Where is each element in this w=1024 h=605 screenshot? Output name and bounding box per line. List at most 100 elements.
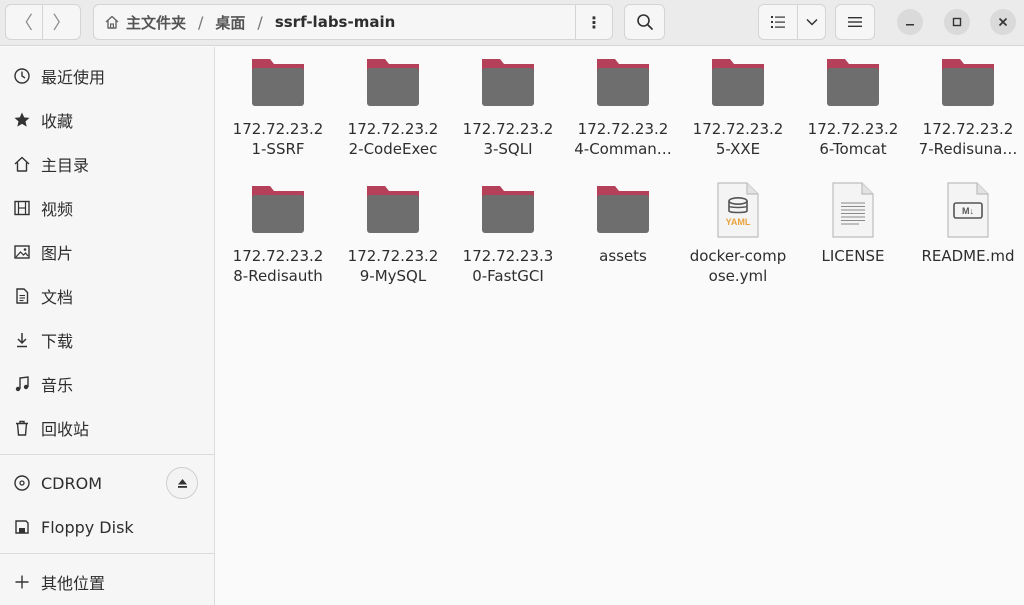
file-name: README.md — [921, 247, 1015, 265]
sidebar-item-label: 最近使用 — [41, 68, 106, 87]
sidebar-item-home[interactable]: 主目录 — [0, 142, 215, 186]
file-name: 172.72.23.22-CodeExec — [347, 120, 439, 158]
main-menu-button[interactable] — [835, 4, 875, 40]
file-item[interactable]: 172.72.23.28-Redisauth — [224, 178, 332, 286]
star-icon — [12, 110, 32, 130]
folder-icon — [361, 51, 425, 115]
sidebar-item-label: 收藏 — [41, 112, 74, 131]
minimize-icon — [906, 24, 914, 26]
path-menu-button[interactable]: ⋮ — [575, 5, 612, 39]
breadcrumb-separator: / — [198, 12, 204, 32]
sidebar-item-label: 图片 — [41, 244, 74, 263]
yaml-file-icon: YAML — [706, 178, 770, 242]
header-bar: 〈 〉 主文件夹 / 桌面 / ssrf-labs-main ⋮ — [0, 0, 1024, 46]
file-name: 172.72.23.26-Tomcat — [807, 120, 899, 158]
home-icon — [12, 154, 32, 174]
file-name: 172.72.23.28-Redisauth — [232, 247, 324, 285]
sidebar-item-label: 主目录 — [41, 156, 90, 175]
sidebar-item-label: 视频 — [41, 200, 74, 219]
floppy-icon — [12, 517, 32, 537]
folder-icon — [476, 178, 540, 242]
sidebar-item-music[interactable]: 音乐 — [0, 362, 215, 406]
music-icon — [12, 374, 32, 394]
sidebar-item-floppy[interactable]: Floppy Disk — [0, 505, 215, 549]
sidebar-item-videos[interactable]: 视频 — [0, 186, 215, 230]
markdown-badge: M↓ — [962, 206, 974, 216]
close-icon — [998, 17, 1008, 27]
file-item[interactable]: YAML docker-compose.yml — [684, 178, 792, 286]
sidebar-divider — [0, 454, 215, 455]
file-item[interactable]: assets — [569, 178, 677, 266]
document-icon — [12, 286, 32, 306]
film-icon — [12, 198, 32, 218]
file-item[interactable]: 172.72.23.30-FastGCI — [454, 178, 562, 286]
more-vertical-icon: ⋮ — [586, 12, 602, 32]
breadcrumb-current[interactable]: ssrf-labs-main — [275, 13, 395, 31]
sidebar: 最近使用 收藏 主目录 视频 图片 文档 下载 音乐 回收站 CDROM Flo… — [0, 47, 215, 605]
maximize-icon — [952, 17, 962, 27]
file-item[interactable]: 172.72.23.22-CodeExec — [339, 51, 447, 159]
file-name: 172.72.23.25-XXE — [692, 120, 784, 158]
file-item[interactable]: 172.72.23.24-Comman… — [569, 51, 677, 159]
list-view-button[interactable] — [758, 4, 798, 40]
file-item[interactable]: 172.72.23.23-SQLI — [454, 51, 562, 159]
sidebar-item-label: 其他位置 — [41, 574, 106, 593]
folder-icon — [361, 178, 425, 242]
hamburger-menu-icon — [848, 17, 862, 27]
search-icon — [636, 14, 653, 30]
file-name: LICENSE — [821, 247, 885, 265]
sidebar-item-pictures[interactable]: 图片 — [0, 230, 215, 274]
back-button[interactable]: 〈 — [5, 4, 43, 40]
sidebar-item-label: 文档 — [41, 288, 74, 307]
eject-button[interactable] — [166, 467, 198, 499]
file-item[interactable]: LICENSE — [799, 178, 907, 266]
view-options-dropdown[interactable] — [797, 4, 826, 40]
file-name: 172.72.23.30-FastGCI — [462, 247, 554, 285]
search-button[interactable] — [624, 4, 665, 40]
maximize-button[interactable] — [944, 9, 970, 35]
sidebar-item-downloads[interactable]: 下载 — [0, 318, 215, 362]
sidebar-item-other-locations[interactable]: 其他位置 — [0, 560, 215, 604]
download-icon — [12, 330, 32, 350]
plus-icon — [12, 572, 32, 592]
file-item[interactable]: 172.72.23.25-XXE — [684, 51, 792, 159]
sidebar-item-label: 音乐 — [41, 376, 74, 395]
file-grid: 172.72.23.21-SSRF 172.72.23.22-CodeExec … — [216, 47, 1024, 605]
file-name: 172.72.23.24-Comman… — [574, 120, 672, 158]
home-icon — [105, 15, 119, 29]
folder-icon — [591, 178, 655, 242]
image-icon — [12, 242, 32, 262]
close-button[interactable] — [990, 9, 1016, 35]
folder-icon — [246, 51, 310, 115]
sidebar-item-label: Floppy Disk — [41, 517, 134, 537]
breadcrumb-item[interactable]: 桌面 — [215, 12, 245, 33]
file-item[interactable]: 172.72.23.27-Redisuna… — [914, 51, 1022, 159]
file-name: assets — [599, 247, 647, 265]
file-item[interactable]: M↓ README.md — [914, 178, 1022, 266]
folder-icon — [591, 51, 655, 115]
file-item[interactable]: 172.72.23.29-MySQL — [339, 178, 447, 286]
sidebar-item-label: 下载 — [41, 332, 74, 351]
minimize-button[interactable] — [897, 9, 923, 35]
file-name: 172.72.23.23-SQLI — [462, 120, 554, 158]
markdown-file-icon: M↓ — [936, 178, 1000, 242]
file-item[interactable]: 172.72.23.26-Tomcat — [799, 51, 907, 159]
disc-icon — [12, 473, 32, 493]
sidebar-item-label: 回收站 — [41, 420, 90, 439]
file-name: 172.72.23.27-Redisuna… — [918, 120, 1018, 158]
sidebar-item-recent[interactable]: 最近使用 — [0, 54, 215, 98]
file-name: docker-compose.yml — [689, 247, 787, 285]
breadcrumb-separator: / — [257, 12, 263, 32]
folder-icon — [246, 178, 310, 242]
path-bar: 主文件夹 / 桌面 / ssrf-labs-main ⋮ — [93, 4, 613, 40]
sidebar-divider — [0, 553, 215, 554]
sidebar-item-starred[interactable]: 收藏 — [0, 98, 215, 142]
forward-button[interactable]: 〉 — [43, 4, 81, 40]
file-item[interactable]: 172.72.23.21-SSRF — [224, 51, 332, 159]
folder-icon — [936, 51, 1000, 115]
breadcrumb-home[interactable]: 主文件夹 — [94, 5, 186, 39]
sidebar-item-trash[interactable]: 回收站 — [0, 406, 215, 450]
list-view-icon — [771, 16, 785, 28]
sidebar-item-documents[interactable]: 文档 — [0, 274, 215, 318]
breadcrumb-item: 主文件夹 — [126, 13, 187, 32]
